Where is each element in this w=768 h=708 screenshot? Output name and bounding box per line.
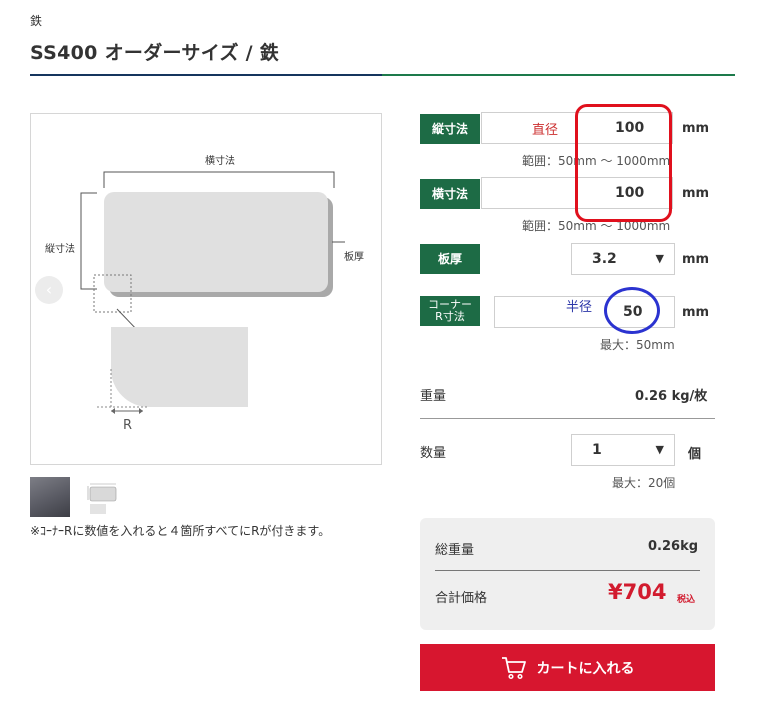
height-label: 縦寸法 <box>420 114 480 144</box>
radius-annotation: 半径 <box>566 300 593 315</box>
quantity-select[interactable]: 1 ▼ <box>571 434 675 466</box>
add-to-cart-label: カートに入れる <box>536 660 635 677</box>
corner-r-label: コーナー R寸法 <box>420 296 480 326</box>
thickness-unit: mm <box>682 252 710 267</box>
quantity-select-value: 1 <box>592 442 602 458</box>
height-dimension-label: 縦寸法 <box>45 244 75 255</box>
chevron-down-icon: ▼ <box>655 252 664 265</box>
red-highlight-ring <box>575 104 672 222</box>
divider <box>420 418 715 419</box>
chevron-left-icon[interactable]: ‹ <box>35 276 63 304</box>
blue-highlight-ring <box>604 287 660 334</box>
weight-value: 0.26 kg/枚 <box>635 389 708 404</box>
height-unit: mm <box>682 121 710 136</box>
quantity-unit: 個 <box>688 447 702 462</box>
total-price-value: ¥704 <box>608 580 667 604</box>
add-to-cart-button[interactable]: カートに入れる <box>420 644 715 691</box>
cart-icon <box>501 656 526 679</box>
thumbnail-plate-diagram[interactable] <box>80 477 120 517</box>
title-underline <box>30 74 735 76</box>
thickness-dimension-label: 板厚 <box>344 252 364 263</box>
thickness-label: 板厚 <box>420 244 480 274</box>
radius-dimension-label: R <box>123 418 133 433</box>
width-dimension-label: 横寸法 <box>205 156 235 167</box>
thickness-select[interactable]: 3.2 ▼ <box>571 243 675 275</box>
quantity-max-hint: 最大：20個 <box>612 476 676 490</box>
width-label: 横寸法 <box>420 179 480 209</box>
chevron-down-icon: ▼ <box>655 443 664 456</box>
tax-included-label: 税込 <box>677 595 696 605</box>
corner-r-unit: mm <box>682 305 710 320</box>
product-preview: 横寸法 縦寸法 板厚 R ‹ <box>30 113 382 465</box>
total-weight-label: 総重量 <box>435 543 475 558</box>
corner-r-max-hint: 最大：50mm <box>600 338 675 352</box>
corner-r-note: ※ｺｰﾅｰRに数値を入れると４箇所すべてにRが付きます。 <box>30 524 331 538</box>
weight-label: 重量 <box>420 389 447 404</box>
corner-r-label-line2: R寸法 <box>435 310 465 323</box>
total-weight-value: 0.26kg <box>648 539 699 554</box>
quantity-label: 数量 <box>420 446 447 461</box>
total-price-label: 合計価格 <box>435 591 488 606</box>
thickness-select-value: 3.2 <box>592 251 617 267</box>
summary-divider <box>435 570 700 571</box>
page-title: SS400 オーダーサイズ / 鉄 <box>30 42 280 64</box>
order-summary <box>420 518 715 630</box>
width-unit: mm <box>682 186 710 201</box>
thumbnail-plate-photo[interactable] <box>30 477 70 517</box>
breadcrumb[interactable]: 鉄 <box>30 12 42 29</box>
diameter-annotation: 直径 <box>532 123 559 138</box>
